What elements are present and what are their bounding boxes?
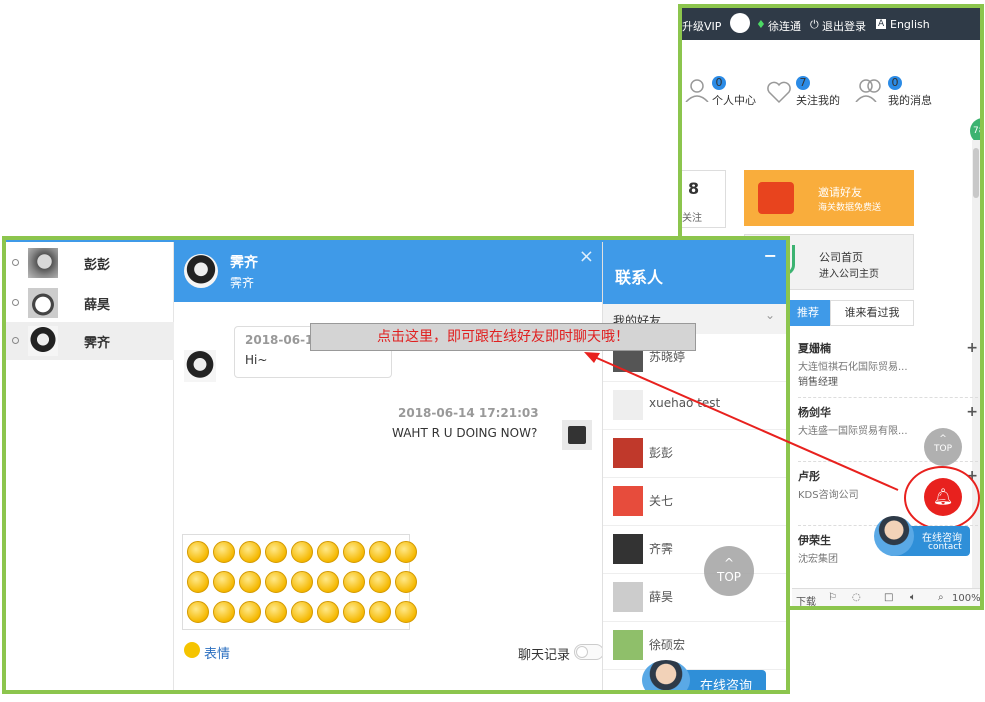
hint-arrow <box>584 352 899 491</box>
